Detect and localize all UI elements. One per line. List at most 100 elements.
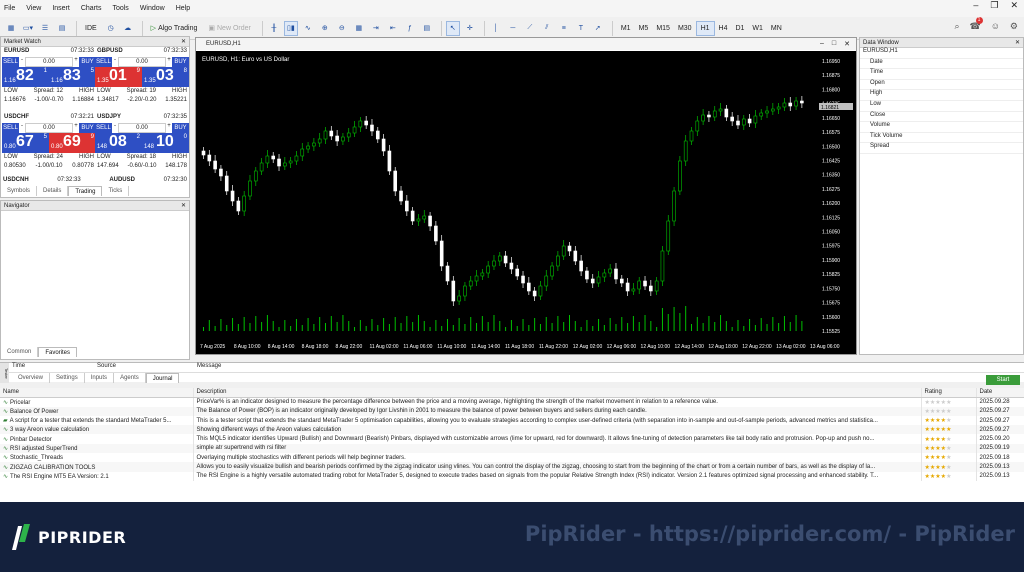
zoom-in-icon[interactable]: ⊕ <box>318 21 332 36</box>
ide-button[interactable]: IDE <box>81 21 101 36</box>
crosshair-icon[interactable]: ✛ <box>463 21 477 36</box>
table-row[interactable]: ∿ Pricelar PriceVar% is an indicator desig… <box>0 397 1024 407</box>
search-icon[interactable]: ⌕ <box>954 21 959 32</box>
bid-price[interactable]: 0.80 67 5 <box>2 133 49 153</box>
header-name[interactable]: Name <box>0 388 194 398</box>
tab-inputs[interactable]: Inputs <box>85 373 115 383</box>
close-icon[interactable]: ✕ <box>181 202 186 209</box>
symbol-tile[interactable]: EURUSD 07:32:33 SELL -0.00 + BUY 1.16 82 1 1.16 83… <box>2 48 96 116</box>
ask-price[interactable]: 148 10 0 <box>142 133 189 153</box>
tf-w1[interactable]: W1 <box>748 21 767 36</box>
symbol-tile[interactable]: GBPUSD 07:32:33 SELL -0.00 + BUY 1.35 01 9 1.35 03… <box>95 48 189 116</box>
close-icon[interactable]: ✕ <box>1010 0 1018 11</box>
tab-trading[interactable]: Trading <box>68 186 103 196</box>
row-name[interactable]: ∿ RSI adjusted SuperTrend <box>0 443 194 454</box>
ask-price[interactable]: 0.80 69 9 <box>49 133 96 153</box>
table-row[interactable]: ∿ Balance Of Power The Balance of Power (B… <box>0 406 1024 416</box>
cursor-icon[interactable]: ↖ <box>445 20 460 36</box>
row-name[interactable]: ∿ The RSI Engine MT5 EA Version: 2.1 <box>0 471 194 481</box>
new-order-button[interactable]: ▣ New Order <box>204 21 254 36</box>
close-icon[interactable]: ✕ <box>844 40 850 48</box>
table-row[interactable]: ∿ Pinbar Detector This MQL5 indicator iden… <box>0 434 1024 444</box>
table-row[interactable]: ∿ 3 way Areon value calculation Showing di… <box>0 425 1024 435</box>
tab-symbols[interactable]: Symbols <box>1 186 38 196</box>
table-row[interactable]: ∿ RSI adjusted SuperTrend simple atr super… <box>0 443 1024 454</box>
bid-price[interactable]: 148 08 2 <box>95 133 142 153</box>
maximize-icon[interactable]: □ <box>832 40 836 48</box>
lot-input[interactable]: 0.00 <box>25 123 73 133</box>
ask-price[interactable]: 1.35 03 8 <box>142 67 189 87</box>
menu-charts[interactable]: Charts <box>81 5 102 12</box>
minimize-icon[interactable]: – <box>973 0 978 11</box>
header-date[interactable]: Date <box>976 388 1024 398</box>
table-row[interactable]: ▰ A script for a tester that extends the … <box>0 415 1024 426</box>
next-symbol-1[interactable]: USDCNH <box>3 177 29 183</box>
tf-d1[interactable]: D1 <box>731 21 748 36</box>
market-watch-icon[interactable]: ☰ <box>38 21 52 36</box>
arrow-icon[interactable]: ➚ <box>591 21 605 36</box>
col-message[interactable]: Message <box>197 363 221 372</box>
tab-settings[interactable]: Settings <box>50 373 85 383</box>
menu-tools[interactable]: Tools <box>112 5 128 12</box>
ask-price[interactable]: 1.16 83 5 <box>49 67 96 87</box>
templates-icon[interactable]: ▤ <box>420 21 434 36</box>
indicators-icon[interactable]: ƒ <box>403 21 417 36</box>
settings-icon[interactable]: ⚙ <box>1010 21 1018 32</box>
sell-button[interactable]: SELL <box>2 123 19 133</box>
menu-view[interactable]: View <box>26 5 41 12</box>
bid-price[interactable]: 1.16 82 1 <box>2 67 49 87</box>
algo-trading-button[interactable]: ▷ Algo Trading <box>147 21 202 36</box>
restore-icon[interactable]: ❐ <box>990 0 998 11</box>
header-rating[interactable]: Rating <box>921 388 977 398</box>
cloud-icon[interactable]: ☁ <box>121 21 135 36</box>
symbol-tile[interactable]: USDJPY 07:32:35 SELL -0.00 + BUY 148 08 2 148 10 0 L… <box>95 114 189 182</box>
lot-input[interactable]: 0.00 <box>118 57 166 67</box>
row-name[interactable]: ∿ Pinbar Detector <box>0 434 194 444</box>
tile-windows-icon[interactable]: ▦ <box>352 21 366 36</box>
horizontal-line-icon[interactable]: ─ <box>506 21 520 36</box>
lot-input[interactable]: 0.00 <box>118 123 166 133</box>
row-name[interactable]: ∿ ZIGZAG CALIBRATION TOOLS <box>0 462 194 472</box>
col-time[interactable]: Time <box>12 363 97 372</box>
tf-h4[interactable]: H4 <box>715 21 732 36</box>
chart-shift-icon[interactable]: ⇤ <box>386 21 400 36</box>
col-source[interactable]: Source <box>97 363 197 372</box>
navigator-icon[interactable]: ▤ <box>55 21 69 36</box>
table-row[interactable]: ∿ ZIGZAG CALIBRATION TOOLS Allows you to e… <box>0 462 1024 472</box>
next-symbol-2[interactable]: AUDUSD <box>109 177 135 183</box>
profiles-icon[interactable]: ▭▾ <box>21 21 35 36</box>
tf-m15[interactable]: M15 <box>652 21 674 36</box>
row-name[interactable]: ∿ Stochastic_Threads <box>0 453 194 463</box>
table-row[interactable]: ∿ Stochastic_Threads Overlaying multiple s… <box>0 453 1024 463</box>
header-description[interactable]: Description <box>193 388 922 398</box>
menu-help[interactable]: Help <box>176 5 190 12</box>
row-name[interactable]: ∿ Pricelar <box>0 397 194 407</box>
bid-price[interactable]: 1.35 01 9 <box>95 67 142 87</box>
tf-m5[interactable]: M5 <box>635 21 653 36</box>
candlestick-icon[interactable]: ▯▮ <box>283 20 298 36</box>
tab-details[interactable]: Details <box>37 186 69 196</box>
sell-button[interactable]: SELL <box>2 57 19 67</box>
sell-button[interactable]: SELL <box>95 123 112 133</box>
zoom-out-icon[interactable]: ⊖ <box>335 21 349 36</box>
menu-window[interactable]: Window <box>140 5 165 12</box>
row-name[interactable]: ∿ Balance Of Power <box>0 406 194 416</box>
start-button[interactable]: Start <box>986 375 1020 385</box>
line-chart-icon[interactable]: ∿ <box>301 21 315 36</box>
lot-input[interactable]: 0.00 <box>25 57 73 67</box>
tf-mn[interactable]: MN <box>767 21 786 36</box>
menu-file[interactable]: File <box>4 5 15 12</box>
tab-common[interactable]: Common <box>1 347 39 357</box>
auto-scroll-icon[interactable]: ⇥ <box>369 21 383 36</box>
tf-m1[interactable]: M1 <box>617 21 635 36</box>
table-row[interactable]: ∿ The RSI Engine MT5 EA Version: 2.1 The R… <box>0 471 1024 481</box>
fibonacci-icon[interactable]: ≡ <box>557 21 571 36</box>
price-chart[interactable]: EURUSD, H1: Euro vs US Dollar 1.16950 1.1… <box>196 51 856 354</box>
new-chart-icon[interactable]: ▦ <box>4 21 18 36</box>
tab-favorites[interactable]: Favorites <box>38 347 78 357</box>
menu-insert[interactable]: Insert <box>52 5 70 12</box>
buy-button[interactable]: BUY <box>172 57 189 67</box>
text-icon[interactable]: T <box>574 21 588 36</box>
user-icon[interactable]: ☺ <box>991 21 1000 32</box>
tab-ticks[interactable]: Ticks <box>102 186 130 196</box>
